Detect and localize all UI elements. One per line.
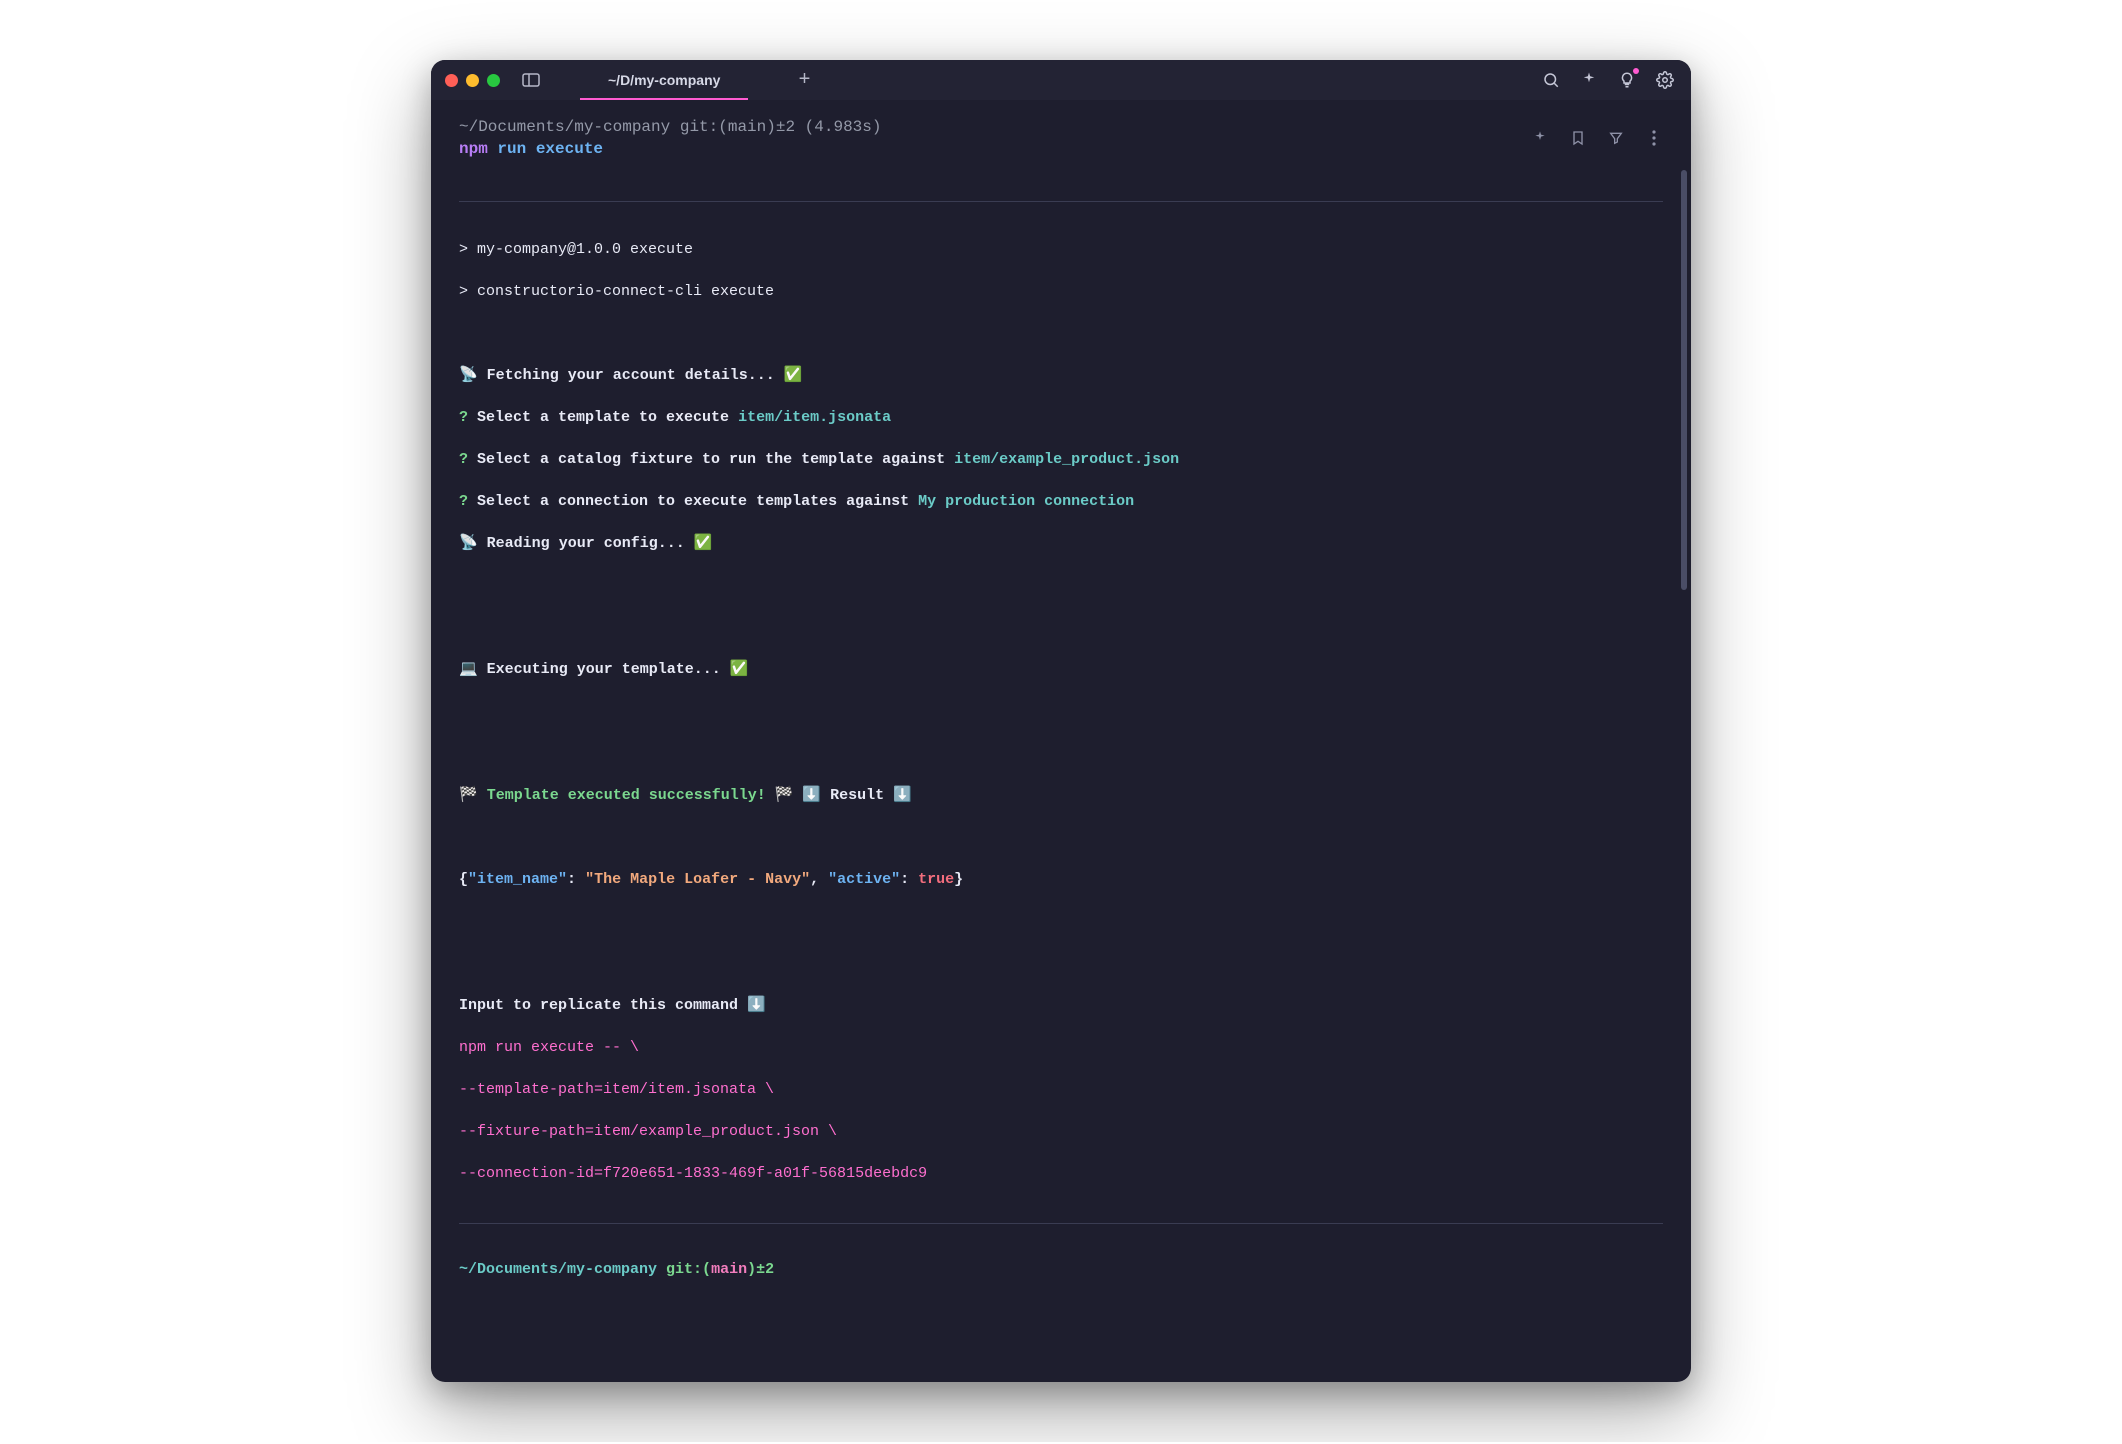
json-output-line: {"item_name": "The Maple Loafer - Navy",…	[459, 869, 1663, 890]
replicate-line: npm run execute -- \	[459, 1037, 1663, 1058]
zoom-window-button[interactable]	[487, 74, 500, 87]
command-line: npm run execute	[459, 140, 881, 158]
more-icon[interactable]	[1645, 129, 1663, 147]
gear-icon[interactable]	[1655, 70, 1675, 90]
bookmark-icon[interactable]	[1569, 129, 1587, 147]
split-pane-icon[interactable]	[522, 73, 540, 87]
command-block-header: ~/Documents/my-company git:(main)±2 (4.9…	[431, 100, 1691, 158]
status-line: 📡 Fetching your account details... ✅	[459, 365, 1663, 386]
prompt-line-ready: ~/Documents/my-company git:(main)±2	[459, 1259, 1663, 1280]
replicate-line: --fixture-path=item/example_product.json…	[459, 1121, 1663, 1142]
terminal-output[interactable]: > my-company@1.0.0 execute > constructor…	[431, 158, 1691, 1382]
lightbulb-icon[interactable]	[1617, 70, 1637, 90]
close-window-button[interactable]	[445, 74, 458, 87]
status-line: 📡 Reading your config... ✅	[459, 533, 1663, 554]
output-line: > constructorio-connect-cli execute	[459, 281, 1663, 302]
prompt-line: ? Select a connection to execute templat…	[459, 491, 1663, 512]
prompt-line: ? Select a catalog fixture to run the te…	[459, 449, 1663, 470]
sparkle-icon[interactable]	[1579, 70, 1599, 90]
titlebar: ~/D/my-company +	[431, 60, 1691, 100]
separator	[459, 1223, 1663, 1224]
replicate-line: --template-path=item/item.jsonata \	[459, 1079, 1663, 1100]
tab-title: ~/D/my-company	[608, 72, 720, 88]
minimize-window-button[interactable]	[466, 74, 479, 87]
terminal-window: ~/D/my-company + ~/Documents/my-company …	[431, 60, 1691, 1382]
status-line: 💻 Executing your template... ✅	[459, 659, 1663, 680]
scrollbar[interactable]	[1681, 170, 1687, 590]
replicate-line: --connection-id=f720e651-1833-469f-a01f-…	[459, 1163, 1663, 1184]
prompt-path-line: ~/Documents/my-company git:(main)±2 (4.9…	[459, 118, 881, 136]
search-icon[interactable]	[1541, 70, 1561, 90]
success-line: 🏁 Template executed successfully! 🏁 ⬇️ R…	[459, 785, 1663, 806]
block-actions	[1531, 129, 1663, 147]
titlebar-actions	[1541, 60, 1675, 100]
separator	[459, 201, 1663, 202]
replicate-header: Input to replicate this command ⬇️	[459, 995, 1663, 1016]
filter-icon[interactable]	[1607, 129, 1625, 147]
tab-active[interactable]: ~/D/my-company	[580, 60, 748, 100]
sparkle-icon[interactable]	[1531, 129, 1549, 147]
window-controls	[445, 74, 500, 87]
output-line: > my-company@1.0.0 execute	[459, 239, 1663, 260]
new-tab-button[interactable]: +	[798, 69, 810, 92]
prompt-line: ? Select a template to execute item/item…	[459, 407, 1663, 428]
notification-dot	[1633, 68, 1639, 74]
